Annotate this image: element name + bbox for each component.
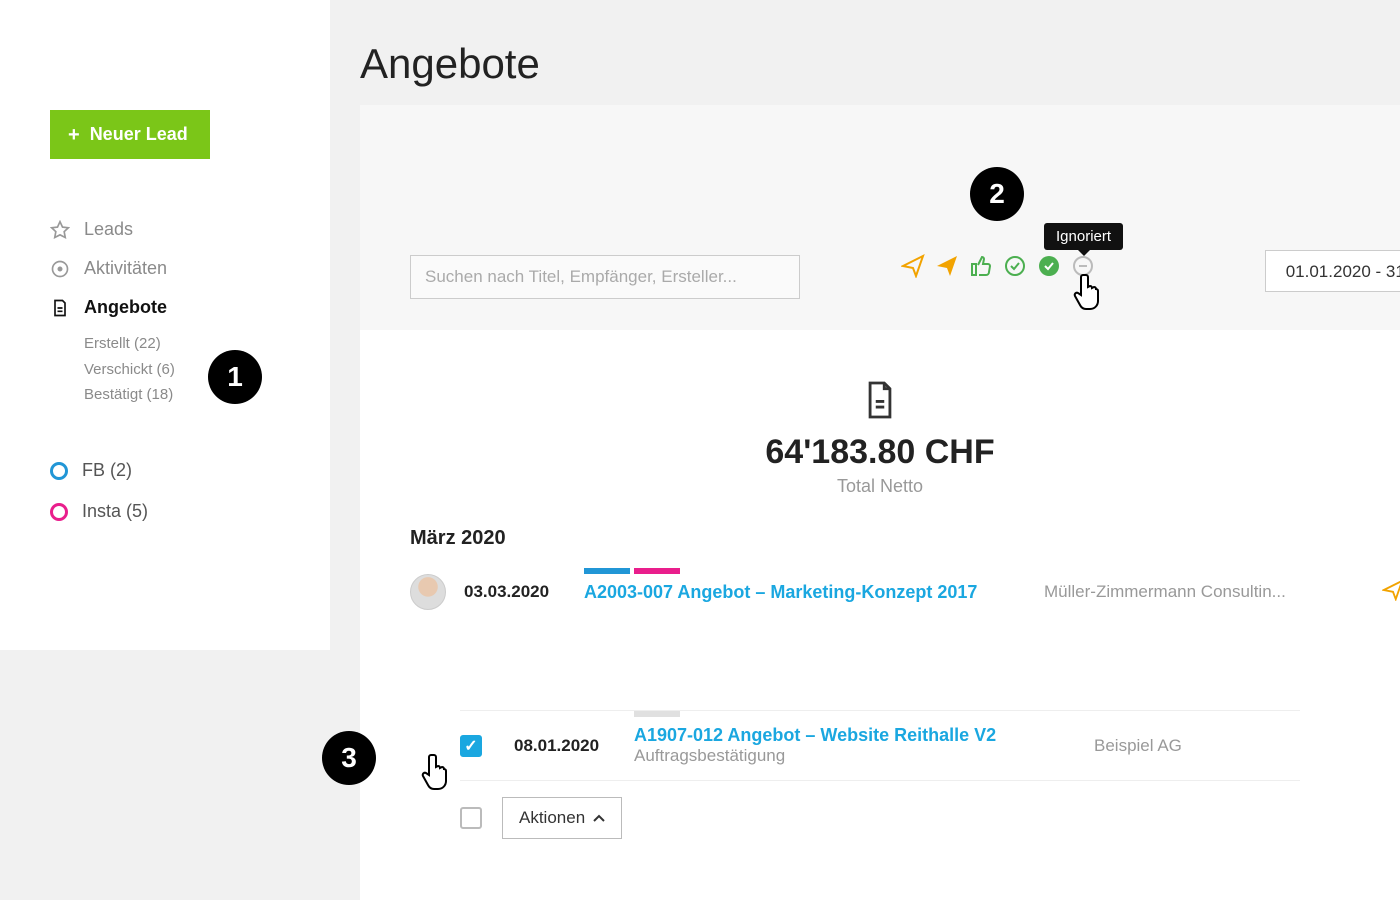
plus-icon: + xyxy=(68,125,80,145)
row-title-cell: A2003-007 Angebot – Marketing-Konzept 20… xyxy=(584,582,1034,603)
target-icon xyxy=(50,259,70,279)
actions-label: Aktionen xyxy=(519,808,585,828)
cursor-hand-icon xyxy=(1072,273,1106,313)
bulk-actions-dropdown[interactable]: Aktionen xyxy=(502,797,622,839)
row-date: 03.03.2020 xyxy=(464,582,574,602)
callout-badge-2: 2 xyxy=(970,167,1024,221)
circle-icon xyxy=(50,503,68,521)
tag-insta-label: Insta (5) xyxy=(82,501,148,522)
row-date: 08.01.2020 xyxy=(514,736,624,756)
tag-bar xyxy=(634,568,680,574)
group-heading: März 2020 xyxy=(410,527,1350,550)
sidebar-item-offers[interactable]: Angebote xyxy=(50,288,290,327)
subnav-created[interactable]: Erstellt (22) xyxy=(84,331,290,357)
offer-list-detached: 08.01.2020 A1907-012 Angebot – Website R… xyxy=(410,710,1350,839)
row-title-cell: A1907-012 Angebot – Website Reithalle V2… xyxy=(634,725,1084,766)
offers-label: Angebote xyxy=(84,297,167,318)
offer-link[interactable]: A1907-012 Angebot – Website Reithalle V2 xyxy=(634,725,996,745)
new-lead-button[interactable]: + Neuer Lead xyxy=(50,110,210,159)
new-lead-label: Neuer Lead xyxy=(90,124,188,145)
table-row[interactable]: 03.03.2020 A2003-007 Angebot – Marketing… xyxy=(410,560,1350,624)
bulk-actions-bar: Aktionen xyxy=(460,781,1300,839)
date-range-picker[interactable]: 01.01.2020 - 31.1 xyxy=(1265,250,1400,292)
avatar xyxy=(410,574,446,610)
sidebar: + Neuer Lead Leads Aktivitäten Angebote … xyxy=(0,0,330,650)
total-amount: 64'183.80 CHF xyxy=(360,433,1400,472)
offer-list: März 2020 03.03.2020 A2003-007 Angebot –… xyxy=(360,527,1400,624)
tag-insta[interactable]: Insta (5) xyxy=(50,491,148,532)
leads-label: Leads xyxy=(84,219,133,240)
tooltip-ignoriert: Ignoriert xyxy=(1044,223,1123,250)
star-icon xyxy=(50,220,70,240)
status-filter-icons xyxy=(900,253,1096,279)
chevron-up-icon xyxy=(593,814,605,822)
row-tags xyxy=(634,711,680,717)
total-subtitle: Total Netto xyxy=(360,476,1400,497)
paper-plane-outline-icon xyxy=(1382,579,1400,601)
row-client: Müller-Zimmermann Consultin... xyxy=(1044,582,1344,602)
check-outline-icon[interactable] xyxy=(1002,253,1028,279)
row-checkbox-cell xyxy=(460,735,504,757)
tag-filters: FB (2) Insta (5) xyxy=(50,450,148,532)
circle-icon xyxy=(50,462,68,480)
row-subtitle: Auftragsbestätigung xyxy=(634,746,1084,766)
row-avatar-cell xyxy=(410,574,454,610)
tag-fb[interactable]: FB (2) xyxy=(50,450,148,491)
sidebar-item-activities[interactable]: Aktivitäten xyxy=(50,249,290,288)
sidebar-item-leads[interactable]: Leads xyxy=(50,210,290,249)
row-status-icon xyxy=(1354,579,1400,606)
check-solid-icon[interactable] xyxy=(1036,253,1062,279)
document-icon xyxy=(50,298,70,318)
cursor-hand-icon xyxy=(420,753,454,793)
row-checkbox[interactable] xyxy=(460,735,482,757)
row-tags xyxy=(584,568,680,574)
table-row[interactable]: 08.01.2020 A1907-012 Angebot – Website R… xyxy=(460,710,1300,781)
callout-badge-3: 3 xyxy=(322,731,376,785)
filter-bar: Ignoriert 01.01.2020 - 31.1 xyxy=(360,105,1400,330)
paper-plane-outline-icon[interactable] xyxy=(900,253,926,279)
offer-link[interactable]: A2003-007 Angebot – Marketing-Konzept 20… xyxy=(584,582,977,602)
tag-bar xyxy=(584,568,630,574)
row-client: Beispiel AG xyxy=(1094,736,1394,756)
search-input[interactable] xyxy=(410,255,800,299)
main-panel: Ignoriert 01.01.2020 - 31.1 64'183.80 CH… xyxy=(360,105,1400,900)
tag-fb-label: FB (2) xyxy=(82,460,132,481)
callout-badge-1: 1 xyxy=(208,350,262,404)
thumb-up-icon[interactable] xyxy=(968,253,994,279)
page-title: Angebote xyxy=(360,40,540,88)
tag-bar xyxy=(634,711,680,717)
select-all-checkbox[interactable] xyxy=(460,807,482,829)
paper-plane-solid-icon[interactable] xyxy=(934,253,960,279)
activities-label: Aktivitäten xyxy=(84,258,167,279)
document-icon xyxy=(360,380,1400,425)
summary-block: 64'183.80 CHF Total Netto xyxy=(360,330,1400,527)
